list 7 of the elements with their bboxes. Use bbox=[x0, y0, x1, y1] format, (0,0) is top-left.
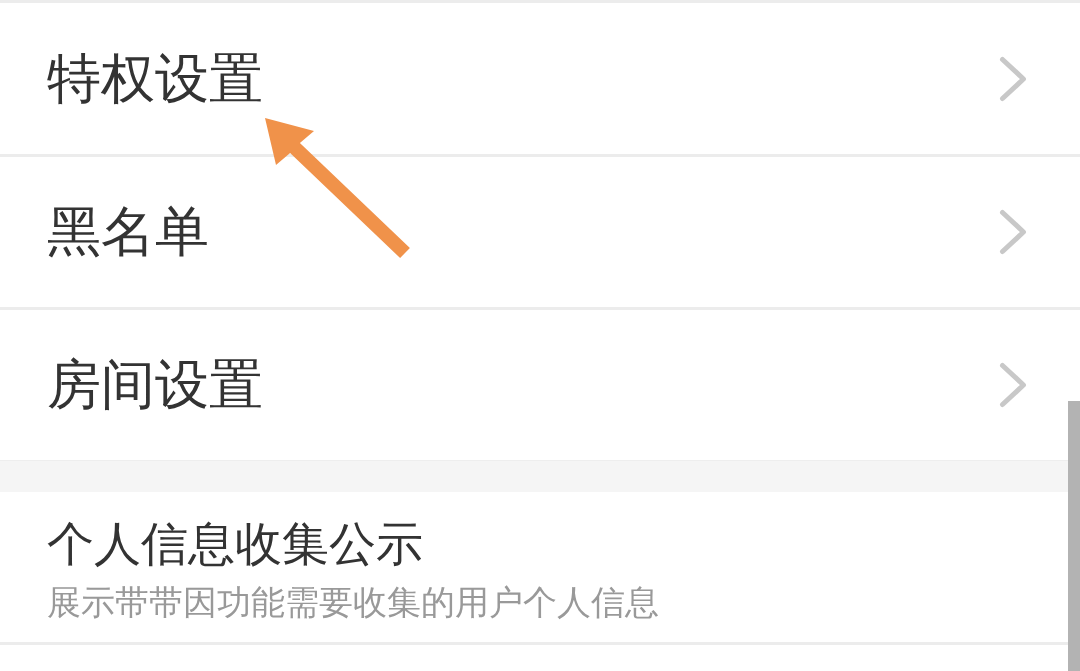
info-title[interactable]: 个人信息收集公示 bbox=[47, 518, 1027, 571]
arrow-icon bbox=[265, 118, 410, 258]
scrollbar[interactable] bbox=[1068, 401, 1080, 671]
chevron-right-icon bbox=[999, 362, 1027, 408]
chevron-right-icon bbox=[999, 56, 1027, 102]
chevron-right-icon bbox=[999, 209, 1027, 255]
info-description: 展示带带因功能需要收集的用户个人信息 bbox=[47, 584, 660, 622]
